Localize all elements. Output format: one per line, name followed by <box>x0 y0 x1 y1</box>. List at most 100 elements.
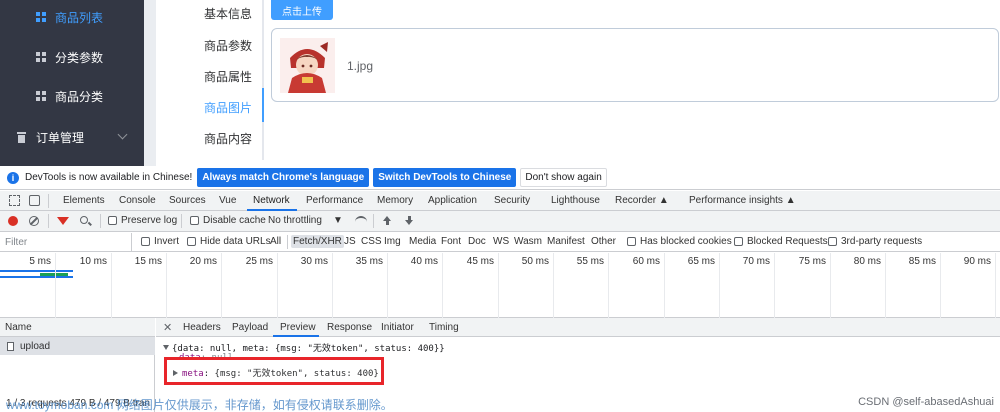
expanded-triangle-icon <box>163 345 169 350</box>
timeline-gridline <box>55 253 56 318</box>
match-language-button[interactable]: Always match Chrome's language <box>197 168 370 187</box>
uploaded-file-name[interactable]: 1.jpg <box>347 59 373 73</box>
timeline-tick-label: 55 ms <box>576 256 604 267</box>
tab-elements[interactable]: Elements <box>63 195 105 206</box>
sidebar-group-label: 订单管理 <box>36 130 85 145</box>
uploaded-file-card[interactable]: 1.jpg <box>271 28 999 102</box>
chevron-down-icon <box>117 129 128 140</box>
toolbar-separator <box>48 214 49 228</box>
order-icon <box>17 131 26 143</box>
upload-button[interactable]: 点击上传 <box>271 0 333 20</box>
tab-recorder[interactable]: Recorder ▲ <box>615 195 669 206</box>
tab-vue[interactable]: Vue <box>219 195 236 206</box>
tab-goods-attributes[interactable]: 商品属性 <box>204 68 252 85</box>
devtools-language-infobar: i DevTools is now available in Chinese! … <box>0 166 1000 190</box>
sidebar-item-category-params[interactable]: 分类参数 <box>0 37 144 77</box>
blocked-cookies-checkbox[interactable]: Has blocked cookies <box>627 236 732 247</box>
type-filter-doc[interactable]: Doc <box>468 236 486 247</box>
tab-lighthouse[interactable]: Lighthouse <box>551 195 600 206</box>
tab-payload[interactable]: Payload <box>232 322 268 333</box>
filter-toggle-button[interactable] <box>57 217 69 225</box>
export-har-button[interactable] <box>405 216 414 226</box>
sidebar-item-label: 商品分类 <box>55 89 104 104</box>
timeline-gridline <box>774 253 775 318</box>
tab-recorder-label: Recorder <box>615 195 657 206</box>
inspect-element-icon[interactable] <box>9 195 20 206</box>
timeline-tick-label: 40 ms <box>410 256 438 267</box>
tab-goods-params[interactable]: 商品参数 <box>204 37 252 54</box>
type-filter-all[interactable]: All <box>270 236 281 247</box>
network-conditions-button[interactable] <box>355 216 367 224</box>
dont-show-again-button[interactable]: Don't show again <box>520 168 607 187</box>
tab-sources[interactable]: Sources <box>169 195 206 206</box>
timeline-gridline <box>277 253 278 318</box>
request-row[interactable]: upload <box>0 337 155 355</box>
search-button[interactable] <box>80 216 88 224</box>
invert-checkbox[interactable]: Invert <box>141 236 179 247</box>
import-har-button[interactable] <box>383 216 392 226</box>
sidebar-item-goods-category[interactable]: 商品分类 <box>0 76 144 116</box>
devtools-panel-tabs: Elements Console Sources Vue Network Per… <box>0 191 1000 211</box>
filter-input[interactable] <box>0 233 132 251</box>
type-filter-css[interactable]: CSS <box>361 236 382 247</box>
tab-headers[interactable]: Headers <box>183 322 221 333</box>
blocked-requests-checkbox[interactable]: Blocked Requests <box>734 236 828 247</box>
tab-goods-images[interactable]: 商品图片 <box>204 99 252 116</box>
tab-memory[interactable]: Memory <box>377 195 413 206</box>
disable-cache-checkbox[interactable]: Disable cache <box>190 215 266 226</box>
checkbox-icon <box>734 237 743 246</box>
timeline-gridline <box>995 253 996 318</box>
type-filter-media[interactable]: Media <box>409 236 436 247</box>
grid-icon <box>36 90 47 102</box>
switch-language-button[interactable]: Switch DevTools to Chinese <box>373 168 517 187</box>
timeline-tick-label: 30 ms <box>300 256 328 267</box>
devtools: i DevTools is now available in Chinese! … <box>0 166 1000 412</box>
info-icon: i <box>7 171 19 184</box>
timeline-gridline <box>885 253 886 318</box>
clear-button[interactable] <box>29 216 39 226</box>
tab-goods-content[interactable]: 商品内容 <box>204 130 252 147</box>
type-filter-fetch-xhr[interactable]: Fetch/XHR <box>291 235 344 248</box>
tab-initiator[interactable]: Initiator <box>381 322 414 333</box>
type-filter-manifest[interactable]: Manifest <box>547 236 585 247</box>
throttling-select[interactable]: No throttling ▼ <box>268 215 343 226</box>
timeline-tick-label: 65 ms <box>687 256 715 267</box>
preserve-log-checkbox[interactable]: Preserve log <box>108 215 177 226</box>
tab-console[interactable]: Console <box>119 195 156 206</box>
tab-security[interactable]: Security <box>494 195 530 206</box>
tab-timing[interactable]: Timing <box>429 322 459 333</box>
tab-application[interactable]: Application <box>428 195 477 206</box>
content-gutter <box>144 0 156 166</box>
tab-performance-insights[interactable]: Performance insights ▲ <box>689 195 796 206</box>
tab-basic-info[interactable]: 基本信息 <box>204 5 252 22</box>
type-filter-img[interactable]: Img <box>384 236 401 247</box>
sidebar-group-order-management[interactable]: 订单管理 <box>0 117 144 157</box>
flask-icon: ▲ <box>658 195 669 206</box>
sidebar-item-goods-list[interactable]: 商品列表 <box>0 0 144 37</box>
type-filter-ws[interactable]: WS <box>493 236 509 247</box>
network-timeline-overview[interactable]: 5 ms 10 ms 15 ms 20 ms 25 ms 30 ms 35 ms 40 ms 4… <box>0 253 1000 318</box>
disable-cache-label: Disable cache <box>203 215 266 226</box>
hide-data-urls-checkbox[interactable]: Hide data URLs <box>187 236 271 247</box>
type-filter-wasm[interactable]: Wasm <box>514 236 542 247</box>
filter-icon <box>57 217 69 225</box>
timeline-tick-label: 25 ms <box>245 256 273 267</box>
vertical-tabs: 基本信息 商品参数 商品属性 商品图片 商品内容 <box>156 0 264 166</box>
tab-network[interactable]: Network <box>253 195 290 206</box>
toolbar-separator <box>100 214 101 228</box>
tab-performance[interactable]: Performance <box>306 195 363 206</box>
third-party-checkbox[interactable]: 3rd-party requests <box>828 236 922 247</box>
throttling-value: No throttling <box>268 215 322 226</box>
type-filter-other[interactable]: Other <box>591 236 616 247</box>
timeline-tick-label: 60 ms <box>632 256 660 267</box>
device-toolbar-icon[interactable] <box>29 195 40 206</box>
timeline-tick-label: 45 ms <box>466 256 494 267</box>
waterfall-bar <box>0 270 73 272</box>
record-button[interactable] <box>8 216 18 226</box>
close-icon[interactable]: ✕ <box>163 321 172 334</box>
requests-name-header[interactable]: Name <box>0 318 155 337</box>
type-filter-font[interactable]: Font <box>441 236 461 247</box>
tab-preview[interactable]: Preview <box>280 322 316 333</box>
tab-response[interactable]: Response <box>327 322 372 333</box>
type-filter-js[interactable]: JS <box>344 236 356 247</box>
